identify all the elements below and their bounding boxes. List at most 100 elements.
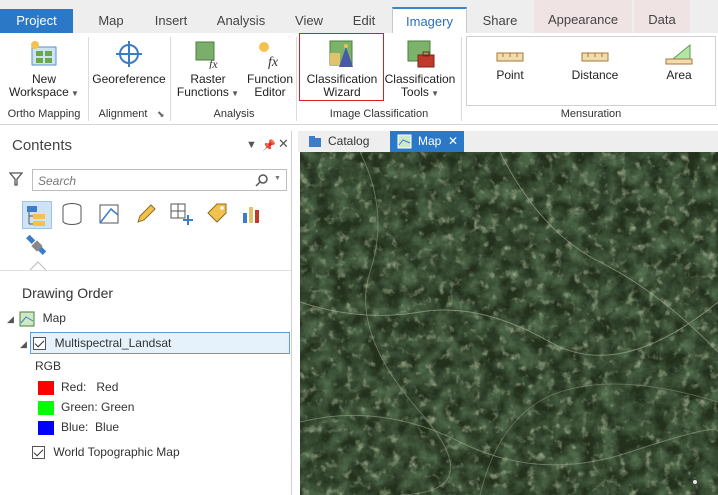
tab-appearance[interactable]: Appearance xyxy=(534,0,632,33)
ruler-area-icon xyxy=(665,43,693,65)
contents-pane: Contents ▼ 📌 ✕ Search ▼ Drawing Order ◢ … xyxy=(0,131,292,495)
svg-text:fx: fx xyxy=(268,55,279,69)
divider xyxy=(88,37,89,121)
close-icon[interactable]: ✕ xyxy=(278,136,289,152)
pencil-icon[interactable] xyxy=(133,201,157,227)
chevron-down-icon: ▼ xyxy=(228,89,240,98)
map-tab-label: Map xyxy=(418,134,442,148)
close-icon[interactable]: ✕ xyxy=(448,131,458,152)
red-swatch xyxy=(38,380,54,395)
map-tree-item[interactable]: ◢ Map xyxy=(7,311,66,327)
map-icon xyxy=(397,134,412,149)
tab-catalog[interactable]: Catalog xyxy=(300,131,386,152)
basemap-visibility-checkbox[interactable] xyxy=(32,446,45,460)
ruler-point-icon xyxy=(496,52,524,62)
georeference-icon xyxy=(116,41,142,67)
new-workspace-label: New Workspace xyxy=(9,72,69,99)
tab-data[interactable]: Data xyxy=(634,0,690,33)
blue-swatch xyxy=(38,420,54,435)
legend-band-red: Red: Red xyxy=(38,380,118,395)
snapping-icon[interactable] xyxy=(168,201,194,227)
drawing-order-icon xyxy=(27,206,45,226)
layer-label: Multispectral_Landsat xyxy=(54,336,172,350)
tab-view[interactable]: View xyxy=(288,8,330,33)
catalog-icon xyxy=(309,136,321,147)
workspace-icon xyxy=(31,41,57,66)
ruler-distance-icon xyxy=(581,52,609,62)
map-canvas[interactable] xyxy=(300,152,718,495)
pin-icon[interactable]: 📌 xyxy=(262,139,276,152)
label-icon[interactable] xyxy=(205,201,229,227)
satellite-imagery xyxy=(300,152,718,495)
raster-functions-button[interactable]: fx Raster Functions ▼ xyxy=(176,39,240,100)
list-by-drawing-order-button[interactable] xyxy=(22,201,52,229)
satellite-icon[interactable] xyxy=(24,234,50,258)
band-label: Blue: Blue xyxy=(61,420,120,434)
ribbon-tab-bar: Project Map Insert Analysis View Edit Im… xyxy=(0,0,718,33)
band-label: Red: Red xyxy=(61,380,119,394)
group-ortho-mapping: Ortho Mapping xyxy=(7,108,81,120)
function-editor-button[interactable]: fx Function Editor xyxy=(242,39,298,99)
chevron-down-icon: ▼ xyxy=(428,89,440,98)
mensuration-gallery: Point Distance Area xyxy=(466,36,716,106)
dialog-launcher-icon[interactable]: ⬊ xyxy=(157,109,165,120)
selection-icon[interactable] xyxy=(97,201,121,227)
tab-project[interactable]: Project xyxy=(0,9,73,33)
tab-edit[interactable]: Edit xyxy=(346,8,382,33)
map-icon xyxy=(19,311,35,327)
new-workspace-button[interactable]: New Workspace ▼ xyxy=(4,39,84,100)
layer-visibility-checkbox[interactable] xyxy=(33,337,47,351)
group-mensuration: Mensuration xyxy=(560,108,622,120)
tab-imagery[interactable]: Imagery xyxy=(392,7,467,33)
area-label: Area xyxy=(666,68,692,82)
basemap-label: World Topographic Map xyxy=(53,445,180,459)
tab-insert[interactable]: Insert xyxy=(148,8,194,33)
green-swatch xyxy=(38,400,54,415)
divider xyxy=(0,270,291,271)
group-alignment: Alignment xyxy=(98,108,148,120)
legend-band-blue: Blue: Blue xyxy=(38,420,119,435)
georeference-label: Georeference xyxy=(92,72,166,86)
filter-icon[interactable] xyxy=(9,171,23,187)
chevron-down-icon[interactable]: ▼ xyxy=(246,139,257,151)
collapse-arrow-icon[interactable]: ◢ xyxy=(7,314,14,324)
distance-button[interactable]: Distance xyxy=(565,45,625,82)
collapse-arrow-icon[interactable]: ◢ xyxy=(20,339,27,349)
chart-icon[interactable] xyxy=(240,201,264,227)
group-image-classification: Image Classification xyxy=(329,108,429,120)
search-icon[interactable] xyxy=(255,173,269,187)
classification-tools-icon xyxy=(407,40,435,68)
basemap-tree-item[interactable]: World Topographic Map xyxy=(32,445,180,460)
group-analysis: Analysis xyxy=(213,108,255,120)
georeference-button[interactable]: Georeference xyxy=(92,39,166,86)
drawing-order-heading: Drawing Order xyxy=(22,285,114,301)
view-tabs: Catalog Map ✕ xyxy=(298,131,718,152)
distance-label: Distance xyxy=(571,68,619,82)
catalog-tab-label: Catalog xyxy=(328,134,370,148)
tab-share[interactable]: Share xyxy=(476,8,524,33)
divider xyxy=(170,37,171,121)
map-label: Map xyxy=(42,311,66,326)
point-button[interactable]: Point xyxy=(485,45,535,82)
tab-analysis[interactable]: Analysis xyxy=(212,8,270,33)
tab-map-view[interactable]: Map ✕ xyxy=(390,131,464,152)
area-button[interactable]: Area xyxy=(657,41,701,82)
legend-band-green: Green: Green xyxy=(38,400,134,415)
search-input[interactable]: Search ▼ xyxy=(32,169,287,191)
point-label: Point xyxy=(496,68,524,82)
data-source-icon[interactable] xyxy=(60,201,84,227)
rgb-label: RGB xyxy=(35,359,62,373)
tab-map[interactable]: Map xyxy=(92,8,130,33)
chevron-down-icon[interactable]: ▼ xyxy=(274,175,281,182)
divider xyxy=(296,37,297,121)
layer-tree-item[interactable]: ◢ Multispectral_Landsat xyxy=(20,336,172,351)
function-editor-icon: fx xyxy=(259,42,279,69)
divider xyxy=(461,37,462,121)
band-label: Green: Green xyxy=(61,400,135,414)
search-placeholder: Search xyxy=(38,174,77,188)
pane-title: Contents xyxy=(12,137,73,154)
raster-functions-label: Raster Functions xyxy=(176,72,229,99)
highlight-box xyxy=(299,33,384,101)
chevron-down-icon: ▼ xyxy=(68,89,79,98)
classification-tools-button[interactable]: Classification Tools ▼ xyxy=(384,39,456,100)
